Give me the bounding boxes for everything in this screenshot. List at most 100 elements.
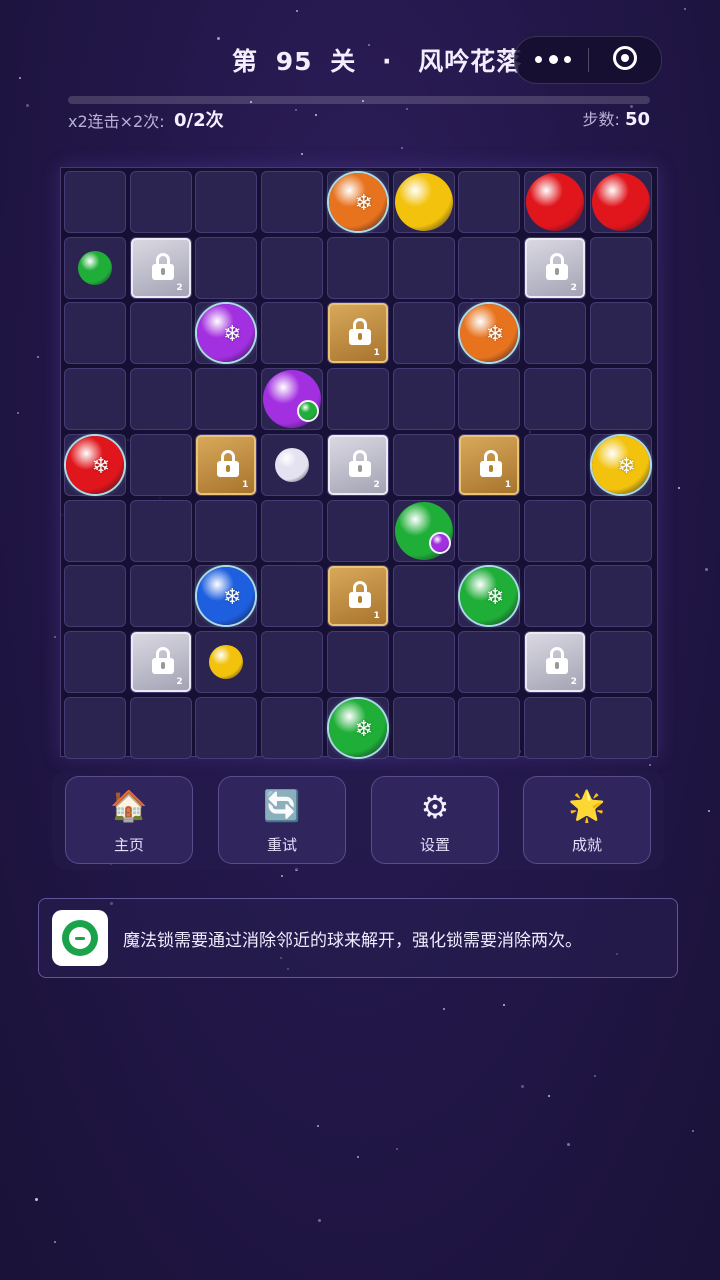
board-cell[interactable] (129, 433, 192, 496)
board-cell[interactable] (64, 499, 126, 562)
board-cell[interactable] (392, 236, 455, 299)
retry-button[interactable]: 🔄 重试 (218, 776, 346, 864)
board-cell[interactable] (392, 302, 455, 365)
steps-counter: 步数: 50 (582, 106, 650, 130)
board-cell[interactable] (523, 433, 586, 496)
board-cell[interactable] (392, 630, 455, 693)
board-cell[interactable] (64, 630, 126, 693)
board-cell[interactable] (458, 499, 521, 562)
board-cell[interactable] (64, 565, 126, 628)
snowflake-icon: ❄ (485, 322, 505, 348)
padlock-icon (348, 581, 371, 609)
green-ball-frozen[interactable]: ❄ (460, 567, 519, 626)
mini-program-capsule (514, 36, 662, 84)
red-ball[interactable] (591, 173, 650, 231)
board-cell[interactable] (326, 368, 389, 431)
green-ball-frozen[interactable]: ❄ (328, 698, 387, 757)
board-cell[interactable] (129, 696, 192, 759)
board-cell[interactable] (64, 302, 126, 365)
lock-count: 2 (176, 282, 183, 293)
lock-count: 1 (373, 611, 380, 622)
board-cell[interactable] (392, 368, 455, 431)
yellow-ball-frozen[interactable]: ❄ (591, 435, 650, 494)
padlock-icon (348, 449, 371, 477)
settings-button[interactable]: ⚙ 设置 (371, 776, 499, 864)
board-cell[interactable] (458, 171, 521, 233)
board-cell[interactable] (523, 499, 586, 562)
game-board: ❄ 2 2 ❄ 1 ❄ ❄ 1 2 1 ❄ ❄ 1 ❄ 2 2 ❄ (60, 167, 658, 759)
board-cell[interactable] (129, 565, 192, 628)
level-suffix: 关 (330, 47, 357, 76)
board-cell[interactable] (392, 696, 455, 759)
retry-icon: 🔄 (263, 789, 301, 824)
board-cell[interactable] (523, 368, 586, 431)
orange-ball-frozen[interactable]: ❄ (328, 173, 387, 231)
board-cell[interactable] (326, 630, 389, 693)
snowflake-icon: ❄ (617, 453, 636, 479)
star-icon: 🌟 (568, 789, 606, 824)
snowflake-icon: ❄ (354, 716, 374, 742)
board-cell[interactable] (261, 236, 324, 299)
board-cell[interactable] (129, 499, 192, 562)
board-cell[interactable] (523, 302, 586, 365)
small-white-ball[interactable] (275, 447, 310, 482)
board-cell[interactable] (589, 565, 652, 628)
board-cell[interactable] (64, 171, 126, 233)
board-cell[interactable] (64, 696, 126, 759)
home-button[interactable]: 🏠 主页 (65, 776, 193, 864)
board-cell[interactable] (195, 696, 258, 759)
board-cell[interactable] (261, 171, 324, 233)
board-cell[interactable] (589, 302, 652, 365)
board-cell[interactable] (458, 630, 521, 693)
board-cell[interactable] (458, 368, 521, 431)
snowflake-icon: ❄ (354, 191, 374, 216)
yellow-ball[interactable] (394, 173, 453, 231)
board-cell[interactable] (523, 565, 586, 628)
board-cell[interactable] (589, 236, 652, 299)
board-cell[interactable] (261, 696, 324, 759)
board-cell[interactable] (261, 630, 324, 693)
more-dots-icon[interactable] (535, 47, 571, 71)
red-ball-frozen[interactable]: ❄ (66, 435, 124, 494)
target-circle-icon[interactable] (613, 46, 637, 70)
retry-label: 重试 (266, 836, 297, 854)
board-cell[interactable] (195, 171, 258, 233)
level-prefix: 第 (232, 47, 259, 76)
home-label: 主页 (113, 836, 144, 854)
hint-banner: 魔法锁需要通过消除邻近的球来解开，强化锁需要消除两次。 (38, 898, 678, 978)
board-cell[interactable] (261, 499, 324, 562)
board-cell[interactable] (392, 433, 455, 496)
board-cell[interactable] (458, 696, 521, 759)
red-ball[interactable] (525, 173, 584, 231)
board-cell[interactable] (589, 630, 652, 693)
snowflake-icon: ❄ (485, 585, 505, 611)
title-separator: · (381, 47, 393, 76)
board-cell[interactable] (589, 368, 652, 431)
board-cell[interactable] (326, 236, 389, 299)
board-cell[interactable] (129, 171, 192, 233)
board-cell[interactable] (64, 368, 126, 431)
board-cell[interactable] (195, 368, 258, 431)
green-ball[interactable] (394, 501, 453, 560)
capsule-divider (588, 48, 589, 72)
board-cell[interactable] (458, 236, 521, 299)
board-cell[interactable] (589, 499, 652, 562)
lock-count: 2 (570, 282, 577, 293)
board-cell[interactable] (129, 368, 192, 431)
board-cell[interactable] (261, 565, 324, 628)
task-row: x2连击×2次: 0/2次 步数: 50 (68, 106, 650, 132)
purple-ball[interactable] (263, 370, 322, 429)
board-cell[interactable] (589, 696, 652, 759)
control-bar: 🏠 主页 🔄 重试 ⚙ 设置 🌟 成就 (52, 770, 664, 870)
board-cell[interactable] (523, 696, 586, 759)
board-cell[interactable] (326, 499, 389, 562)
board-cell[interactable] (261, 302, 324, 365)
board-cell[interactable] (195, 499, 258, 562)
board-cell[interactable] (195, 236, 258, 299)
small-green-ball[interactable] (78, 250, 112, 285)
board-cell[interactable] (392, 565, 455, 628)
reinforced-lock-tile: 2 (524, 237, 585, 298)
reinforced-lock-tile: 2 (327, 434, 388, 495)
achievements-button[interactable]: 🌟 成就 (523, 776, 651, 864)
board-cell[interactable] (129, 302, 192, 365)
